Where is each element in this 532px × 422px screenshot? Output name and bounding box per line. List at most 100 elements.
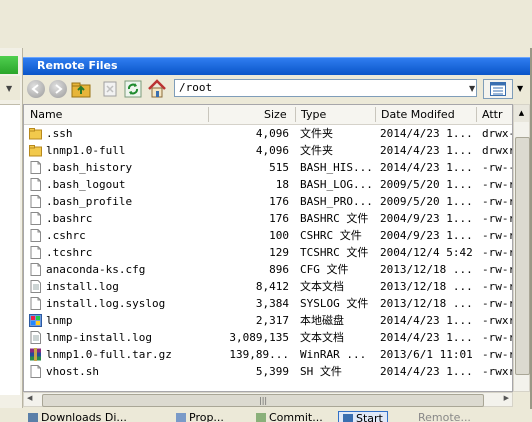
- text-file-icon: [29, 331, 42, 344]
- scroll-up-arrow[interactable]: ▲: [514, 105, 529, 122]
- forward-button[interactable]: [49, 80, 67, 98]
- file-date-modified: 2009/5/20 1...: [380, 178, 473, 191]
- parent-folder-button[interactable]: [71, 80, 91, 98]
- file-size: 176: [269, 212, 289, 225]
- file-attributes: -rw-r: [482, 212, 513, 225]
- column-type[interactable]: Type: [301, 108, 326, 122]
- file-type: 文件夹: [300, 144, 333, 157]
- back-button[interactable]: [27, 80, 45, 98]
- drive-icon: [29, 314, 42, 327]
- file-date-modified: 2009/5/20 1...: [380, 195, 473, 208]
- column-divider[interactable]: [375, 107, 376, 122]
- column-date-modified[interactable]: Date Modifed: [381, 108, 455, 122]
- file-row[interactable]: anaconda-ks.cfg 896 CFG 文件 2013/12/18 ... -r…: [24, 261, 512, 278]
- file-row[interactable]: .ssh 4,096 文件夹 2014/4/23 1... drwx-: [24, 125, 513, 142]
- file-size: 4,096: [255, 144, 289, 157]
- file-type: BASH_HIS...: [300, 161, 373, 174]
- column-name[interactable]: Name: [30, 108, 62, 122]
- file-type: CSHRC 文件: [300, 229, 362, 242]
- file-size: 139,89...: [229, 348, 289, 361]
- file-size: 2,317: [255, 314, 289, 327]
- home-button[interactable]: [147, 79, 167, 99]
- file-attributes: -rwxr: [482, 365, 513, 378]
- file-type: 文本文档: [300, 331, 344, 344]
- file-icon: [29, 263, 42, 276]
- file-date-modified: 2014/4/23 1...: [380, 161, 473, 174]
- file-type: SYSLOG 文件: [300, 297, 369, 310]
- file-attributes: -rw-r: [482, 280, 513, 293]
- file-row[interactable]: lnmp1.0-full.tar.gz 139,89... WinRAR ... 20…: [24, 346, 512, 363]
- file-size: 515: [269, 161, 289, 174]
- column-header-row: Name Size Type Date Modifed Attr: [24, 105, 512, 125]
- file-row[interactable]: .bash_history 515 BASH_HIS... 2014/4/23 1..…: [24, 159, 512, 176]
- remote-toolbar: /root ▼ ▼: [23, 76, 530, 102]
- column-attr[interactable]: Attr: [482, 108, 502, 122]
- column-divider[interactable]: [295, 107, 296, 122]
- file-type: WinRAR ...: [300, 348, 367, 361]
- chevron-down-icon[interactable]: ▼: [6, 84, 12, 93]
- column-divider[interactable]: [208, 107, 209, 122]
- file-row[interactable]: .bash_logout 18 BASH_LOG... 2009/5/20 1... -…: [24, 176, 513, 193]
- file-date-modified: 2014/4/23 1...: [380, 144, 473, 157]
- path-dropdown-icon[interactable]: ▼: [469, 84, 475, 93]
- file-attributes: -rw-r: [482, 331, 513, 344]
- file-row[interactable]: install.log.syslog 3,384 SYSLOG 文件 2013/12/…: [24, 295, 512, 312]
- winrar-archive-icon: [29, 348, 42, 361]
- file-row[interactable]: vhost.sh 5,399 SH 文件 2014/4/23 1... -rwxr: [24, 363, 513, 380]
- remote-path-input[interactable]: /root: [174, 79, 477, 97]
- downloads-icon: [28, 413, 38, 422]
- file-icon: [29, 161, 42, 174]
- remote-files-header: Remote Files: [23, 57, 530, 75]
- file-type: BASH_LOG...: [300, 178, 373, 191]
- delete-button[interactable]: [103, 81, 117, 97]
- local-files-header: [0, 56, 18, 74]
- file-row[interactable]: lnmp 2,317 本地磁盘 2014/4/23 1... -rwxr: [24, 312, 513, 329]
- file-rows: .ssh 4,096 文件夹 2014/4/23 1... drwx-lnmp1.0-f…: [24, 125, 513, 380]
- vertical-scrollbar[interactable]: ▲: [513, 104, 530, 392]
- local-file-list[interactable]: [0, 104, 20, 395]
- refresh-button[interactable]: [124, 80, 142, 98]
- folder-icon: [29, 127, 42, 140]
- file-row[interactable]: lnmp1.0-full 4,096 文件夹 2014/4/23 1... drwxr: [24, 142, 512, 159]
- tab-remote[interactable]: Remote...: [418, 411, 471, 422]
- file-attributes: -rw-r: [482, 178, 513, 191]
- file-row[interactable]: lnmp-install.log 3,089,135 文本文档 2014/4/23 1…: [24, 329, 513, 346]
- file-type: CFG 文件: [300, 263, 349, 276]
- view-mode-button[interactable]: [483, 79, 513, 99]
- horizontal-scrollbar[interactable]: ◀ ||| ▶: [23, 392, 513, 407]
- file-row[interactable]: install.log 8,412 文本文档 2013/12/18 ... -rw-r: [24, 278, 513, 295]
- file-row[interactable]: .bashrc 176 BASHRC 文件 2004/9/23 1... -rw-r: [24, 210, 513, 227]
- vertical-scroll-thumb[interactable]: [515, 137, 530, 375]
- file-attributes: -rwxr: [482, 314, 513, 327]
- file-type: SH 文件: [300, 365, 342, 378]
- file-icon: [29, 229, 42, 242]
- file-attributes: -rw-r: [482, 195, 513, 208]
- scroll-left-arrow[interactable]: ◀: [27, 394, 32, 402]
- file-date-modified: 2014/4/23 1...: [380, 331, 473, 344]
- remote-files-title: Remote Files: [37, 59, 118, 72]
- column-divider[interactable]: [476, 107, 477, 122]
- file-type: BASH_PRO...: [300, 195, 373, 208]
- remote-file-list[interactable]: Name Size Type Date Modifed Attr .ssh 4,0…: [23, 104, 513, 392]
- scroll-right-arrow[interactable]: ▶: [504, 394, 509, 402]
- arrow-left-icon: [31, 84, 39, 94]
- commit-icon: [256, 413, 266, 422]
- file-date-modified: 2014/4/23 1...: [380, 127, 473, 140]
- file-row[interactable]: .bash_profile 176 BASH_PRO... 2009/5/20 1..…: [24, 193, 513, 210]
- chevron-down-icon[interactable]: ▼: [517, 84, 523, 93]
- tab-downloads[interactable]: Downloads Di...: [28, 411, 127, 422]
- file-date-modified: 2004/12/4 5:42: [380, 246, 473, 259]
- tab-properties[interactable]: Prop...: [176, 411, 224, 422]
- file-row[interactable]: .cshrc 100 CSHRC 文件 2004/9/23 1... -rw-r: [24, 227, 512, 244]
- file-attributes: -rw-r: [482, 246, 513, 259]
- file-type: 文件夹: [300, 127, 333, 140]
- file-row[interactable]: .tcshrc 129 TCSHRC 文件 2004/12/4 5:42 -rw-r: [24, 244, 513, 261]
- horizontal-scroll-thumb[interactable]: |||: [42, 394, 484, 407]
- file-icon: [29, 195, 42, 208]
- tab-start[interactable]: Start: [338, 411, 388, 422]
- column-size[interactable]: Size: [264, 108, 287, 122]
- tab-commit[interactable]: Commit...: [256, 411, 323, 422]
- file-icon: [29, 297, 42, 310]
- file-type: BASHRC 文件: [300, 212, 369, 225]
- file-attributes: drwx-: [482, 127, 513, 140]
